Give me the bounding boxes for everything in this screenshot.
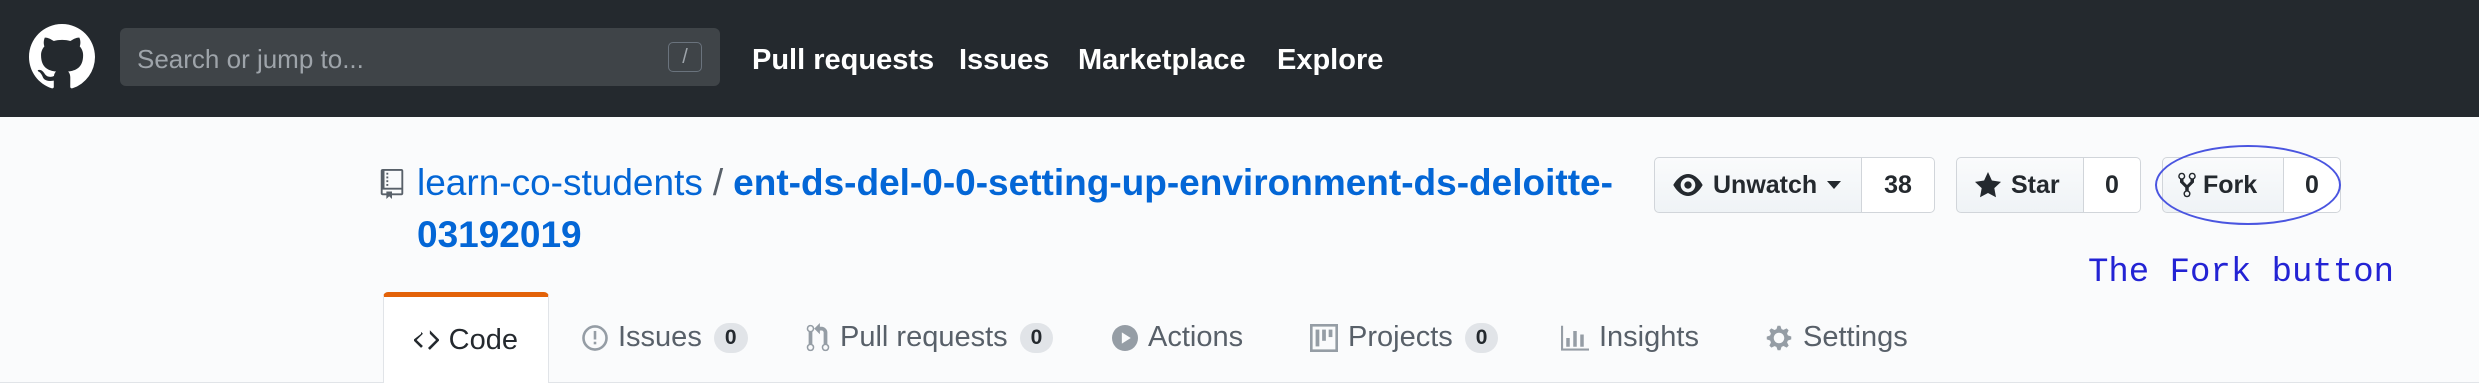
tab-pull-requests-label: Pull requests — [840, 321, 1008, 353]
star-label: Star — [2011, 170, 2060, 199]
tab-issues-label: Issues — [618, 321, 702, 353]
tab-actions[interactable]: Actions — [1112, 292, 1243, 383]
fork-annotation-text: The Fork button — [2088, 254, 2395, 292]
star-icon — [1975, 172, 2001, 198]
fork-label: Fork — [2203, 170, 2258, 199]
tab-code[interactable]: Code — [383, 292, 549, 383]
star-button[interactable]: Star — [1956, 157, 2084, 213]
tab-code-label: Code — [448, 323, 518, 356]
repo-owner-link[interactable]: learn-co-students — [417, 162, 703, 203]
search-placeholder: Search or jump to... — [137, 44, 364, 74]
graph-icon — [1561, 325, 1589, 351]
tab-insights[interactable]: Insights — [1561, 292, 1699, 383]
tab-pull-requests[interactable]: Pull requests 0 — [806, 292, 1054, 383]
tab-settings-label: Settings — [1803, 321, 1908, 353]
search-input[interactable]: Search or jump to... / — [120, 28, 720, 86]
gear-icon — [1766, 325, 1792, 350]
watchers-count[interactable]: 38 — [1862, 157, 1935, 213]
repo-title-separator: / — [712, 162, 724, 203]
play-icon — [1112, 324, 1138, 351]
chevron-down-icon — [1827, 181, 1842, 189]
issue-icon — [582, 324, 608, 351]
nav-issues[interactable]: Issues — [959, 43, 1049, 77]
repo-icon — [380, 169, 404, 199]
fork-button[interactable]: Fork — [2162, 157, 2284, 213]
global-header: Search or jump to... / Pull requests Iss… — [0, 0, 2479, 117]
fork-icon — [2178, 172, 2196, 198]
nav-pull-requests[interactable]: Pull requests — [752, 43, 934, 77]
eye-icon — [1673, 174, 1703, 196]
unwatch-button[interactable]: Unwatch — [1654, 157, 1862, 213]
code-icon — [414, 330, 439, 350]
stargazers-count[interactable]: 0 — [2084, 157, 2141, 213]
tab-pull-requests-count: 0 — [1019, 322, 1054, 353]
tab-insights-label: Insights — [1599, 321, 1699, 353]
forks-count[interactable]: 0 — [2284, 157, 2341, 213]
nav-explore[interactable]: Explore — [1277, 43, 1383, 77]
tab-settings[interactable]: Settings — [1765, 292, 1908, 383]
search-shortcut-badge: / — [668, 42, 702, 72]
project-icon — [1310, 323, 1338, 352]
tab-issues-count: 0 — [713, 322, 748, 353]
repo-title: learn-co-students / ent-ds-del-0-0-setting… — [417, 157, 1657, 261]
nav-marketplace[interactable]: Marketplace — [1078, 43, 1246, 77]
tab-projects[interactable]: Projects 0 — [1310, 292, 1499, 383]
tab-projects-label: Projects — [1348, 321, 1453, 353]
tab-issues[interactable]: Issues 0 — [582, 292, 748, 383]
github-logo-icon[interactable] — [29, 24, 95, 90]
unwatch-label: Unwatch — [1713, 170, 1818, 199]
tab-actions-label: Actions — [1148, 321, 1244, 353]
pull-request-icon — [806, 322, 830, 351]
tab-projects-count: 0 — [1464, 322, 1499, 353]
